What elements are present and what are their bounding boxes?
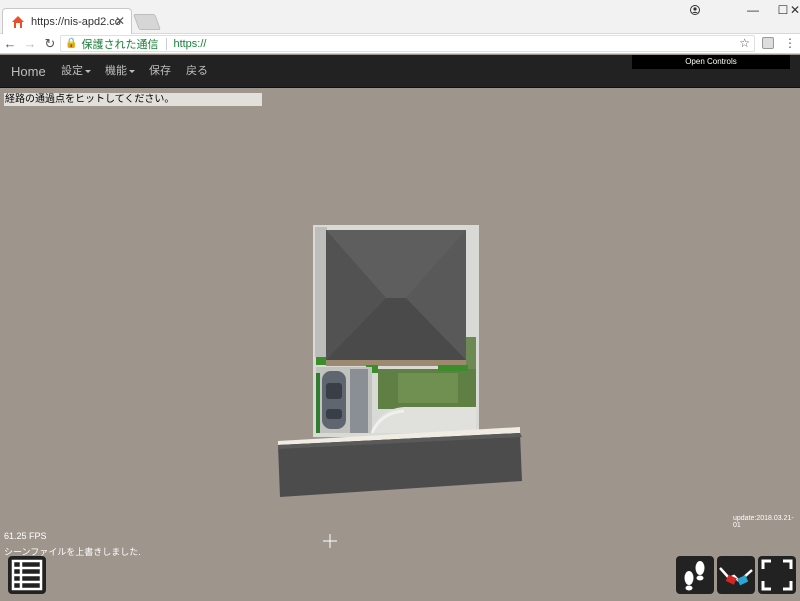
- chevron-down-icon: [85, 69, 91, 73]
- back-arrow-icon[interactable]: ←: [0, 36, 20, 51]
- secure-label: 保護された通信: [81, 38, 159, 51]
- tab-close-icon[interactable]: ✕: [115, 14, 125, 28]
- nav-functions-menu[interactable]: 機能: [105, 55, 135, 88]
- tab-title: https://nis-apd2.com/vie: [31, 15, 121, 28]
- nav-settings-menu[interactable]: 設定: [61, 55, 91, 88]
- list-button[interactable]: [8, 556, 46, 594]
- browser-tab[interactable]: https://nis-apd2.com/vie ✕: [2, 8, 132, 34]
- stereo-3d-button[interactable]: [717, 556, 755, 594]
- chevron-down-icon: [129, 69, 135, 73]
- nav-home-link[interactable]: Home: [11, 55, 46, 88]
- profile-icon[interactable]: [680, 0, 710, 20]
- reload-icon[interactable]: ↻: [40, 36, 60, 52]
- fullscreen-button[interactable]: [758, 556, 796, 594]
- url-text[interactable]: https://: [173, 38, 206, 50]
- list-icon: [11, 559, 43, 591]
- nav-functions-label: 機能: [105, 65, 127, 77]
- app-navbar: Home 設定 機能 保存 戻る Open Controls: [0, 55, 800, 88]
- browser-titlebar: https://nis-apd2.com/vie ✕ — ☐ ✕: [0, 0, 800, 34]
- address-bar[interactable]: 🔒 保護された通信 https:// ☆: [60, 35, 755, 52]
- forward-arrow-icon[interactable]: →: [20, 36, 40, 51]
- lock-icon: 🔒: [65, 38, 78, 49]
- browser-toolbar: ← → ↻ 🔒 保護された通信 https:// ☆ ⋮: [0, 34, 800, 54]
- instruction-text: 経路の通過点をヒットしてください。: [4, 93, 262, 106]
- nav-back-link[interactable]: 戻る: [186, 55, 208, 88]
- update-version: update:2018.03.21-01: [733, 515, 794, 529]
- window-close-icon[interactable]: ✕: [790, 0, 800, 20]
- new-tab-button[interactable]: [133, 14, 161, 30]
- crosshair-icon: [323, 534, 337, 548]
- minimize-icon[interactable]: —: [738, 0, 768, 20]
- 3d-glasses-icon: [719, 567, 753, 586]
- address-separator: [166, 37, 168, 50]
- extension-icon[interactable]: [762, 37, 774, 49]
- fps-counter: 61.25 FPS: [4, 531, 47, 541]
- footprints-icon: [684, 561, 705, 591]
- bookmark-star-icon[interactable]: ☆: [739, 36, 750, 50]
- nav-settings-label: 設定: [61, 65, 83, 77]
- open-controls-button[interactable]: Open Controls: [632, 55, 790, 69]
- nav-save-link[interactable]: 保存: [149, 55, 171, 88]
- walk-mode-button[interactable]: [676, 556, 714, 594]
- site-favicon-icon: [12, 15, 24, 28]
- 3d-house-scene[interactable]: [278, 223, 522, 499]
- fullscreen-icon: [761, 559, 793, 591]
- browser-menu-icon[interactable]: ⋮: [784, 36, 796, 50]
